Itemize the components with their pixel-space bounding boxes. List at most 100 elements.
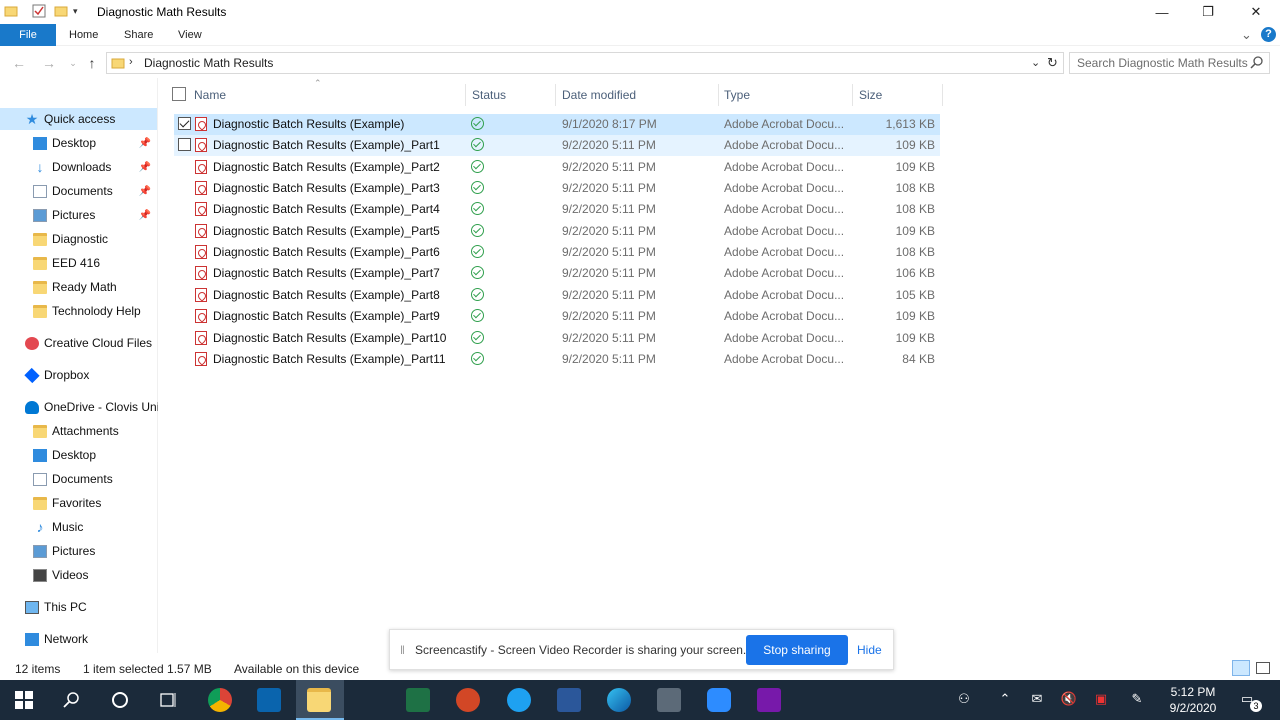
column-date-modified[interactable]: Date modified	[562, 88, 636, 102]
sidebar-item-this-pc[interactable]: This PC	[0, 596, 157, 618]
people-icon[interactable]: ⚇	[955, 691, 973, 707]
mail-icon[interactable]: ✉	[1028, 691, 1046, 707]
file-row[interactable]: Diagnostic Batch Results (Example)_Part9…	[174, 306, 940, 327]
help-icon[interactable]: ?	[1261, 27, 1276, 42]
tab-share[interactable]: Share	[124, 24, 153, 46]
sidebar-item-onedrive-clovis-uni[interactable]: OneDrive - Clovis Uni	[0, 396, 158, 418]
file-row[interactable]: Diagnostic Batch Results (Example)_Part6…	[174, 242, 940, 263]
close-button[interactable]: ✕	[1233, 0, 1279, 24]
sidebar-item-downloads[interactable]: ↓ Downloads 📌	[0, 156, 157, 178]
properties-icon[interactable]	[32, 4, 46, 18]
file-row[interactable]: Diagnostic Batch Results (Example)_Part1…	[174, 349, 940, 370]
sidebar-item-desktop[interactable]: Desktop 📌	[0, 132, 157, 154]
show-hidden-icons-icon[interactable]: ⌃	[996, 691, 1014, 707]
large-icons-view-icon[interactable]	[1256, 662, 1270, 674]
sidebar-item-technolody-help[interactable]: Technolody Help	[0, 300, 157, 322]
file-row[interactable]: Diagnostic Batch Results (Example)_Part3…	[174, 178, 940, 199]
up-arrow-icon[interactable]: ↑	[83, 54, 101, 72]
word-icon[interactable]	[557, 688, 581, 712]
file-row[interactable]: Diagnostic Batch Results (Example)_Part2…	[174, 157, 940, 178]
tab-home[interactable]: Home	[69, 24, 98, 46]
back-arrow-icon[interactable]: ←	[10, 54, 28, 72]
column-divider[interactable]	[465, 84, 466, 106]
sidebar-item-pictures[interactable]: Pictures	[0, 540, 157, 562]
column-divider[interactable]	[555, 84, 556, 106]
file-row[interactable]: Diagnostic Batch Results (Example)_Part8…	[174, 285, 940, 306]
drag-handle-icon[interactable]: ‖	[400, 643, 405, 657]
breadcrumb-chevron-icon[interactable]: ›	[129, 56, 133, 68]
camera-icon[interactable]	[657, 688, 681, 712]
row-checkbox[interactable]	[178, 117, 191, 130]
windows-start-icon[interactable]	[12, 689, 36, 711]
address-bar[interactable]: › Diagnostic Math Results ⌄ ↻	[106, 52, 1064, 74]
sidebar-item-network[interactable]: Network	[0, 628, 157, 650]
forward-arrow-icon[interactable]: →	[40, 54, 58, 72]
selection-info: 1 item selected 1.57 MB	[83, 662, 212, 676]
volume-muted-icon[interactable]: 🔇	[1060, 691, 1078, 707]
column-status[interactable]: Status	[472, 88, 506, 102]
customize-toolbar-icon[interactable]: ▾	[73, 6, 87, 20]
sidebar-item-desktop[interactable]: Desktop	[0, 444, 157, 466]
stop-sharing-button[interactable]: Stop sharing	[746, 635, 848, 665]
sidebar-item-diagnostic[interactable]: Diagnostic	[0, 228, 157, 250]
sidebar-item-attachments[interactable]: Attachments	[0, 420, 157, 442]
breadcrumb[interactable]: Diagnostic Math Results	[144, 56, 273, 70]
column-size[interactable]: Size	[859, 88, 882, 102]
file-row[interactable]: Diagnostic Batch Results (Example)_Part7…	[174, 263, 940, 284]
onenote-icon[interactable]	[757, 688, 781, 712]
file-row[interactable]: Diagnostic Batch Results (Example)_Part5…	[174, 221, 940, 242]
details-view-icon[interactable]	[1232, 660, 1250, 676]
select-all-checkbox[interactable]	[172, 87, 186, 101]
column-type[interactable]: Type	[724, 88, 750, 102]
search-input[interactable]: Search Diagnostic Math Results	[1069, 52, 1270, 74]
tab-view[interactable]: View	[178, 24, 202, 46]
column-name[interactable]: Name	[194, 88, 226, 102]
outlook-icon[interactable]	[257, 688, 281, 712]
column-divider[interactable]	[718, 84, 719, 106]
pdf-file-icon	[195, 138, 207, 153]
file-row[interactable]: Diagnostic Batch Results (Example) 9/1/20…	[174, 114, 940, 135]
cortana-icon[interactable]	[108, 689, 132, 711]
screencastify-icon[interactable]: ▣	[1092, 691, 1110, 707]
task-view-icon[interactable]	[156, 689, 180, 711]
tab-file[interactable]: File	[0, 24, 56, 46]
clock[interactable]: 5:12 PM 9/2/2020	[1162, 684, 1224, 716]
sidebar-item-pictures[interactable]: Pictures 📌	[0, 204, 157, 226]
sidebar-item-documents[interactable]: Documents 📌	[0, 180, 157, 202]
zoom-icon[interactable]	[707, 688, 731, 712]
column-divider[interactable]	[852, 84, 853, 106]
sidebar-item-music[interactable]: ♪ Music	[0, 516, 157, 538]
powerpoint-icon[interactable]	[456, 688, 480, 712]
file-row[interactable]: Diagnostic Batch Results (Example)_Part1…	[174, 328, 940, 349]
column-divider[interactable]	[942, 84, 943, 106]
internet-explorer-icon[interactable]	[507, 688, 531, 712]
minimize-button[interactable]: —	[1139, 0, 1185, 24]
sidebar-item-eed-416[interactable]: EED 416	[0, 252, 157, 274]
row-checkbox[interactable]	[178, 138, 191, 152]
sidebar-item-documents[interactable]: Documents	[0, 468, 157, 490]
refresh-icon[interactable]: ↻	[1047, 55, 1058, 71]
sidebar-item-dropbox[interactable]: Dropbox	[0, 364, 157, 386]
expand-ribbon-icon[interactable]: ⌄	[1241, 24, 1252, 46]
restore-button[interactable]: ❐	[1185, 0, 1231, 24]
new-folder-icon[interactable]	[54, 4, 68, 18]
recent-locations-icon[interactable]: ⌄	[64, 54, 82, 72]
file-name: Diagnostic Batch Results (Example)_Part1…	[213, 351, 446, 366]
folder-icon	[33, 304, 47, 318]
hide-button[interactable]: Hide	[857, 643, 882, 657]
sidebar-item-videos[interactable]: Videos	[0, 564, 157, 586]
file-row[interactable]: Diagnostic Batch Results (Example)_Part4…	[174, 199, 940, 220]
address-dropdown-icon[interactable]: ⌄	[1031, 56, 1040, 69]
sidebar-item-creative-cloud-files[interactable]: Creative Cloud Files	[0, 332, 157, 354]
file-explorer-icon[interactable]	[307, 688, 331, 712]
search-icon[interactable]	[60, 689, 84, 711]
sidebar-item-quick-access[interactable]: ★ Quick access	[0, 108, 157, 130]
chrome-icon[interactable]	[208, 688, 232, 712]
excel-icon[interactable]	[406, 688, 430, 712]
file-row[interactable]: Diagnostic Batch Results (Example)_Part1…	[174, 135, 940, 157]
sidebar-item-favorites[interactable]: Favorites	[0, 492, 157, 514]
sidebar-item-ready-math[interactable]: Ready Math	[0, 276, 157, 298]
pen-workspace-icon[interactable]: ✎	[1128, 691, 1146, 707]
edge-icon[interactable]	[607, 688, 631, 712]
available-status-icon	[471, 223, 484, 237]
